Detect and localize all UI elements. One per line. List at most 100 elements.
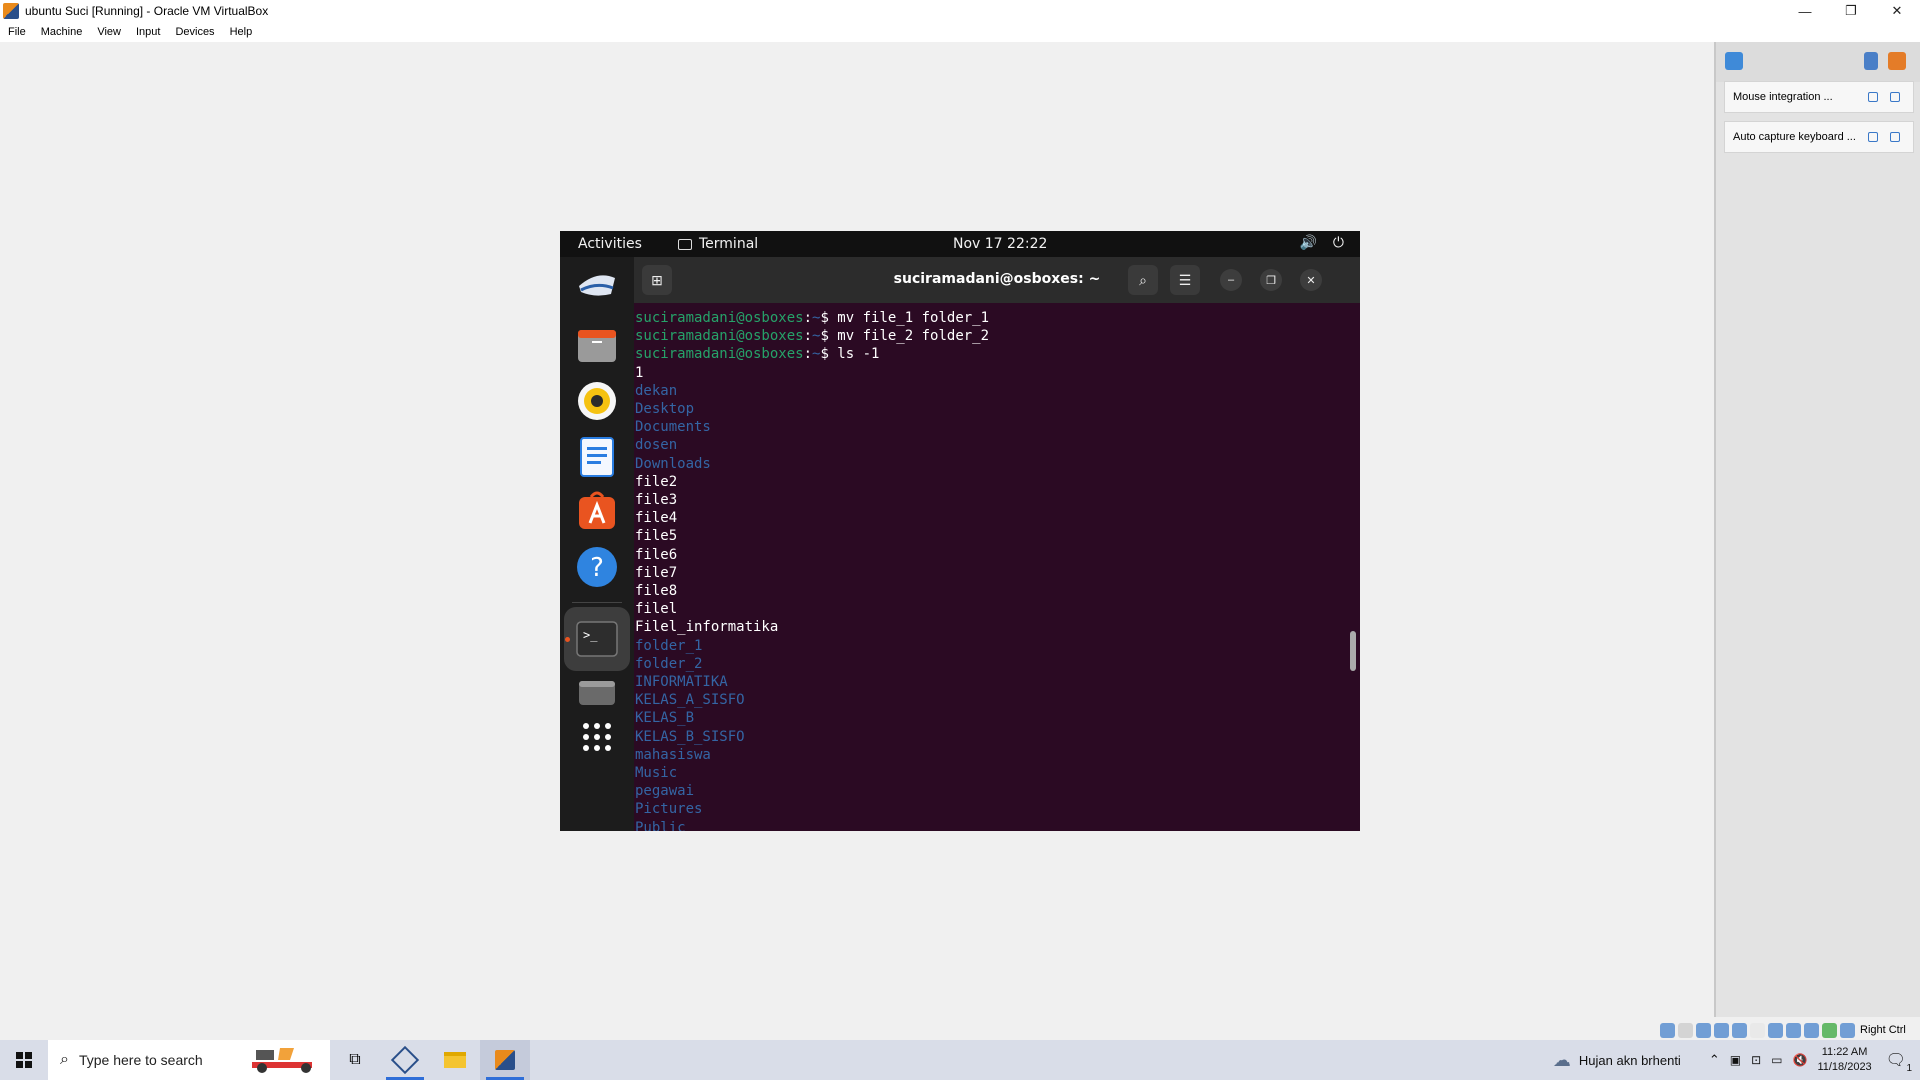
notification-center-toolbar [1716,42,1920,82]
ls-directory-entry: Music [635,765,678,781]
terminal-minimize-button[interactable]: – [1220,269,1242,291]
notification-center-icon[interactable] [1725,52,1743,70]
taskbar-file-explorer[interactable] [430,1040,480,1080]
start-button[interactable] [0,1040,48,1080]
terminal-prompt-line: suciramadani@osboxes:~$ mv file_2 folder… [635,327,989,345]
search-button[interactable]: ⌕ [1128,265,1158,295]
clock[interactable]: Nov 17 22:22 [953,236,1047,252]
minimize-button[interactable]: — [1782,0,1828,22]
ls-directory-entry: folder_2 [635,655,703,672]
prompt-user: suciramadani@osboxes [635,310,804,326]
notification-close-icon[interactable] [1890,92,1900,102]
notification-icon: 🗨 [1885,1052,1906,1069]
taskbar-virtualbox-vm[interactable] [480,1040,530,1080]
notification-auto-capture-keyboard[interactable]: Auto capture keyboard ... [1724,121,1914,153]
system-tray[interactable]: 🔊 ⏻ [1299,235,1344,251]
tray-date: 11/18/2023 [1817,1061,1872,1073]
window-controls: — ❐ ✕ [1782,0,1920,22]
weather-icon[interactable]: ☁ [1553,1050,1571,1071]
network-icon[interactable]: ▭ [1771,1053,1782,1067]
power-icon[interactable]: ⏻ [1333,235,1344,251]
keyboard-icon[interactable] [1840,1022,1855,1038]
shared-folders-icon[interactable] [1750,1022,1765,1038]
writer-icon[interactable] [573,433,621,481]
ls-directory-entry: Desktop [635,401,695,417]
tray-time: 11:22 AM [1821,1046,1868,1058]
weather-text[interactable]: Hujan akn brhenti [1579,1053,1681,1068]
app-center-icon[interactable] [573,487,621,535]
files-icon[interactable] [573,321,621,369]
terminal-maximize-button[interactable]: ❐ [1260,269,1282,291]
virtualbox-manager-icon [390,1045,420,1075]
menu-view[interactable]: View [97,26,121,38]
terminal-output[interactable]: suciramadani@osboxes:~$ mv file_1 folder… [634,303,1360,831]
hard-disk-icon[interactable] [1660,1022,1675,1038]
clear-all-icon[interactable] [1888,52,1906,70]
display-icon[interactable] [1768,1022,1783,1038]
action-center-button[interactable]: 🗨 1 [1885,1050,1912,1074]
mouse-integration-icon[interactable] [1822,1022,1837,1038]
menu-machine[interactable]: Machine [41,26,83,38]
close-button[interactable]: ✕ [1874,0,1920,22]
ls-directory-entry: Documents [635,419,711,436]
terminal-scrollbar[interactable] [1350,631,1356,671]
audio-icon[interactable] [1696,1022,1711,1038]
volume-muted-icon[interactable]: 🔇 [1792,1053,1807,1067]
disk-icon[interactable] [573,675,621,705]
ls-directory-entry: dekan [635,382,678,399]
menu-help[interactable]: Help [230,26,253,38]
app-menu[interactable]: Terminal [678,236,758,252]
dock-separator [572,602,622,603]
taskbar-search[interactable]: ⌕ Type here to search [48,1040,330,1080]
chevron-up-icon[interactable]: ⌃ [1709,1052,1720,1068]
maximize-icon: ❐ [1266,274,1276,287]
ls-file-entry: filel [635,601,678,618]
cpu-icon[interactable] [1804,1022,1819,1038]
show-apps-icon[interactable] [573,713,621,761]
taskbar-virtualbox-manager[interactable] [380,1040,430,1080]
ls-file-entry: file3 [635,492,678,508]
guest-screen[interactable]: Activities Terminal Nov 17 22:22 🔊 ⏻ ? >… [560,231,1360,831]
app-menu-label: Terminal [699,236,759,252]
network-icon[interactable] [1714,1022,1729,1038]
clock-area[interactable]: 11:22 AM 11/18/2023 [1817,1045,1871,1075]
restore-button[interactable]: ❐ [1828,0,1874,22]
prompt-command: $ mv file_1 folder_1 [820,310,990,326]
hamburger-menu-button[interactable]: ☰ [1170,265,1200,295]
window-title: ubuntu Suci [Running] - Oracle VM Virtua… [25,4,269,18]
notification-mouse-integration[interactable]: Mouse integration ... [1724,81,1914,113]
notification-hide-icon[interactable] [1868,132,1878,142]
ls-file-entry: file2 [635,473,678,490]
terminal-small-icon [678,238,692,250]
notification-center: Mouse integration ... Auto capture keybo… [1714,42,1920,1017]
thunderbird-icon[interactable] [573,259,621,307]
usb-icon[interactable] [1732,1022,1747,1038]
prompt-separator: : [803,346,813,363]
ls-directory-entry: KELAS_B [635,710,695,727]
ls-file-entry: file5 [635,528,678,545]
sort-icon[interactable] [1864,52,1878,70]
ls-file-entry: 1 [635,364,644,381]
task-view-button[interactable]: ⧉ [330,1040,380,1080]
activities-button[interactable]: Activities [578,236,642,252]
svg-text:>_: >_ [583,628,598,642]
terminal-close-button[interactable]: ✕ [1300,269,1322,291]
help-icon[interactable]: ? [573,543,621,591]
rhythmbox-icon[interactable] [573,377,621,425]
volume-icon[interactable]: 🔊 [1299,235,1316,251]
tray-app-icon[interactable]: ▣ [1730,1053,1741,1067]
ls-directory-entry: INFORMATIKA [635,674,728,690]
notification-text: Mouse integration ... [1733,91,1833,103]
meet-now-icon[interactable]: ⊡ [1751,1053,1761,1067]
gnome-top-bar: Activities Terminal Nov 17 22:22 🔊 ⏻ [560,231,1360,257]
notification-hide-icon[interactable] [1868,92,1878,102]
terminal-icon[interactable]: >_ [573,615,621,663]
menu-input[interactable]: Input [136,26,160,38]
notification-close-icon[interactable] [1890,132,1900,142]
recording-icon[interactable] [1786,1022,1801,1038]
menu-devices[interactable]: Devices [175,26,214,38]
prompt-user: suciramadani@osboxes [635,346,804,363]
minimize-icon: – [1227,274,1235,286]
menu-file[interactable]: File [8,26,26,38]
optical-drive-icon[interactable] [1678,1022,1693,1038]
